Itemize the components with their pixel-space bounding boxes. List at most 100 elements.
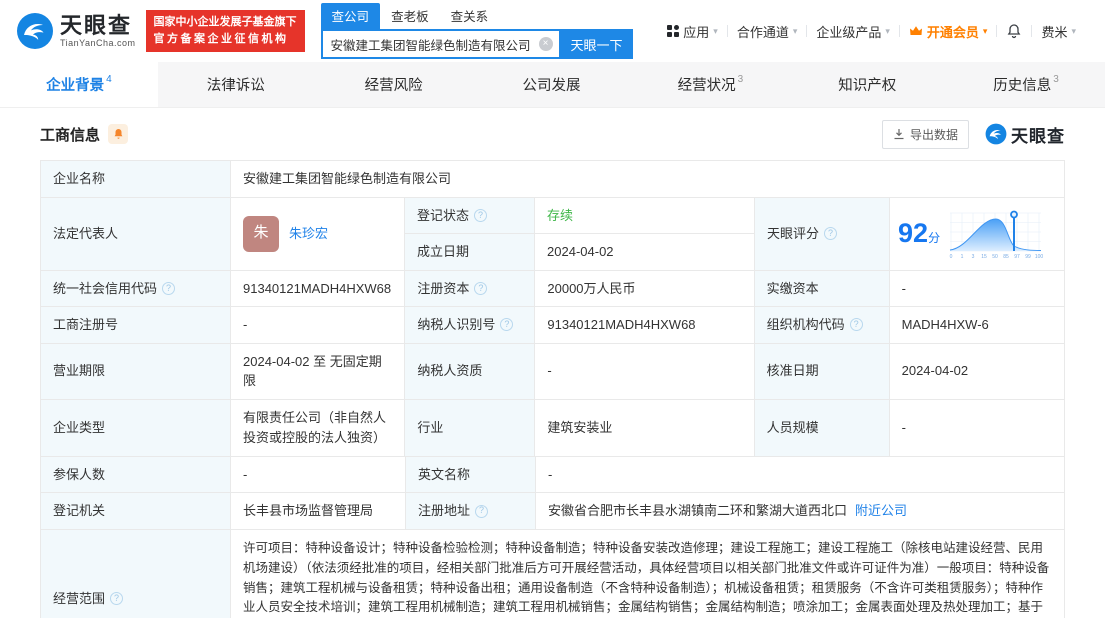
taxpayer-quality-value: - — [535, 343, 755, 399]
clear-search-icon[interactable]: × — [538, 37, 553, 51]
industry-value: 建筑安装业 — [535, 399, 755, 456]
top-header: 天眼查 TianYanCha.com 国家中小企业发展子基金旗下 官方备案企业征… — [0, 0, 1105, 62]
tab-company-development[interactable]: 公司发展 — [474, 62, 632, 107]
search-tab-company[interactable]: 查公司 — [320, 3, 381, 29]
table-row: 参保人数 - 英文名称 - — [41, 456, 1064, 493]
menu-cooperation-label: 合作通道 — [736, 24, 789, 40]
org-code-value: MADH4HXW-6 — [901, 317, 989, 332]
paid-capital-value: - — [901, 280, 906, 296]
tab-label: 经营风险 — [364, 78, 423, 94]
reg-capital-label: 注册资本 — [405, 270, 536, 306]
menu-enterprise-label: 企业级产品 — [816, 24, 882, 40]
tab-count: 3 — [1053, 74, 1059, 85]
help-icon[interactable] — [500, 318, 514, 332]
tyc-score-label: 天眼评分 — [755, 197, 891, 270]
export-data-label: 导出数据 — [909, 127, 958, 142]
search-button[interactable]: 天眼一下 — [560, 29, 633, 59]
reg-status-label: 登记状态 — [405, 197, 536, 233]
staff-size-label: 人员规模 — [754, 399, 890, 456]
tyc-score-value[interactable]: 92 分 0 1 3 15 50 85 97 99 100 — [890, 198, 1064, 270]
tab-label: 企业背景 — [46, 78, 105, 94]
tab-count: 4 — [106, 74, 112, 85]
tab-company-background[interactable]: 企业背景 4 — [0, 62, 158, 107]
reg-no-value: - — [231, 307, 406, 343]
tianyancha-logo[interactable]: 天眼查 TianYanCha.com — [16, 12, 136, 50]
crown-icon — [909, 25, 923, 37]
score-number: 92 — [898, 218, 929, 249]
tab-operation-risk[interactable]: 经营风险 — [316, 62, 474, 107]
reg-authority-label: 登记机关 — [41, 493, 231, 529]
menu-vip-label: 开通会员 — [926, 24, 979, 40]
help-icon[interactable] — [474, 281, 488, 295]
search-input[interactable] — [330, 37, 539, 51]
staff-size-value: - — [901, 419, 906, 435]
tab-intellectual-property[interactable]: 知识产权 — [789, 62, 947, 107]
tab-legal-litigation[interactable]: 法律诉讼 — [158, 62, 316, 107]
svg-text:50: 50 — [992, 254, 998, 260]
help-icon[interactable] — [849, 318, 863, 332]
tianyancha-watermark: 天眼查 — [985, 122, 1065, 147]
business-term-value: 2024-04-02 至 无固定期限 — [231, 343, 406, 399]
credit-code-value: 91340121MADH4HXW68 — [231, 270, 406, 306]
legal-rep-label: 法定代表人 — [41, 197, 231, 270]
business-scope-value: 许可项目：特种设备设计；特种设备检验检测；特种设备制造；特种设备安装改造修理；建… — [243, 541, 1050, 615]
table-row: 经营范围 许可项目：特种设备设计；特种设备检验检测；特种设备制造；特种设备安装改… — [41, 530, 1064, 618]
menu-cooperation[interactable]: 合作通道 ▾ — [728, 22, 807, 41]
table-row: 企业类型 有限责任公司（非自然人投资或控股的法人独资） 行业 建筑安装业 人员规… — [41, 399, 1064, 457]
score-distribution-chart: 0 1 3 15 50 85 97 99 100 — [950, 210, 1043, 260]
table-row: 营业期限 2024-04-02 至 无固定期限 纳税人资质 - 核准日期 202… — [41, 343, 1064, 400]
search-tabs: 查公司 查老板 查关系 — [320, 3, 633, 29]
help-icon[interactable] — [110, 591, 124, 605]
official-badge: 国家中小企业发展子基金旗下 官方备案企业征信机构 — [145, 9, 305, 53]
svg-text:0: 0 — [950, 254, 953, 260]
subscribe-bell-icon[interactable] — [108, 124, 129, 144]
tab-history-info[interactable]: 历史信息 3 — [947, 62, 1105, 107]
company-detail-tabbar: 企业背景 4 法律诉讼 经营风险 公司发展 经营状况 3 知识产权 历史信息 3 — [0, 62, 1105, 108]
paid-capital-label: 实缴资本 — [754, 270, 890, 306]
establish-date-label: 成立日期 — [405, 234, 536, 270]
company-type-label: 企业类型 — [41, 399, 231, 456]
chevron-down-icon: ▾ — [982, 25, 988, 36]
svg-text:97: 97 — [1014, 254, 1020, 260]
taxpayer-quality-label: 纳税人资质 — [405, 343, 536, 399]
tianyancha-logo-icon — [17, 13, 53, 49]
english-name-label: 英文名称 — [406, 456, 536, 492]
company-type-value: 有限责任公司（非自然人投资或控股的法人独资） — [231, 399, 406, 456]
table-row: 法定代表人 朱 朱珍宏 登记状态 存续 成立日期 2024-04-02 天眼评分… — [41, 197, 1064, 271]
search-input-wrap: × — [320, 29, 561, 59]
nearby-companies-link[interactable]: 附近公司 — [855, 501, 907, 521]
reg-address-value: 安徽省合肥市长丰县水湖镇南二环和繁湖大道西北口 附近公司 — [536, 493, 1064, 529]
taxpayer-no-value: 91340121MADH4HXW68 — [535, 307, 755, 343]
export-data-button[interactable]: 导出数据 — [881, 119, 969, 149]
help-icon[interactable] — [475, 504, 489, 518]
insured-num-label: 参保人数 — [41, 456, 231, 492]
menu-apps[interactable]: 应用 ▾ — [658, 22, 727, 41]
chevron-down-icon: ▾ — [792, 25, 798, 36]
menu-user[interactable]: 费米 ▾ — [1032, 22, 1085, 41]
approve-date-value: 2024-04-02 — [901, 363, 969, 379]
establish-date-value: 2024-04-02 — [535, 234, 756, 270]
help-icon[interactable] — [824, 227, 838, 240]
company-name-label: 企业名称 — [41, 161, 231, 197]
table-row: 工商注册号 - 纳税人识别号 91340121MADH4HXW68 组织机构代码… — [41, 307, 1064, 344]
help-icon[interactable] — [474, 208, 488, 222]
legal-rep-link[interactable]: 朱珍宏 — [289, 224, 328, 244]
notification-bell-icon[interactable] — [997, 23, 1031, 39]
badge-line2: 官方备案企业征信机构 — [153, 33, 289, 45]
tab-operation-status[interactable]: 经营状况 3 — [631, 62, 789, 107]
menu-enterprise-products[interactable]: 企业级产品 ▾ — [807, 22, 899, 41]
search-tab-boss[interactable]: 查老板 — [380, 3, 440, 29]
legal-rep-avatar[interactable]: 朱 — [243, 215, 279, 252]
reg-no-label: 工商注册号 — [41, 307, 231, 343]
badge-line1: 国家中小企业发展子基金旗下 — [153, 15, 297, 28]
search-tab-relation[interactable]: 查关系 — [440, 3, 500, 29]
menu-vip[interactable]: 开通会员 ▾ — [900, 22, 997, 41]
menu-apps-label: 应用 — [683, 24, 710, 40]
search-block: 查公司 查老板 查关系 × 天眼一下 — [320, 3, 633, 59]
business-term-label: 营业期限 — [41, 343, 231, 399]
svg-text:15: 15 — [981, 254, 987, 260]
tab-label: 知识产权 — [838, 78, 897, 94]
chevron-down-icon: ▾ — [885, 25, 890, 36]
help-icon[interactable] — [162, 281, 176, 295]
reg-capital-value: 20000万人民币 — [535, 270, 755, 306]
